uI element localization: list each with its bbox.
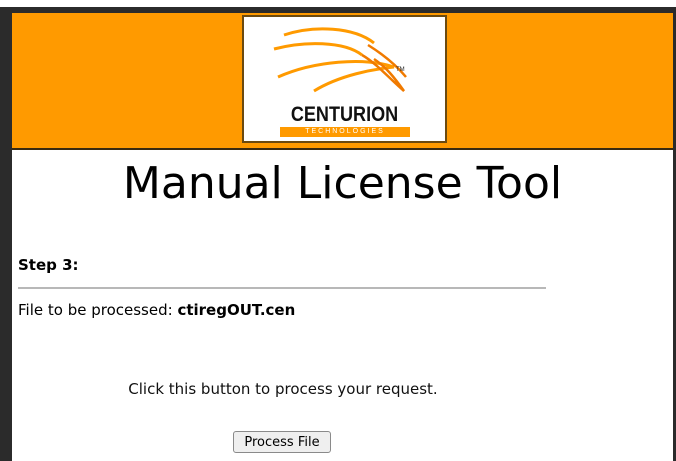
instruction-text: Click this button to process your reques… <box>128 380 438 398</box>
process-file-button[interactable]: Process File <box>233 431 331 453</box>
window-top-strip <box>0 0 676 7</box>
trademark-mark: TM <box>396 67 405 73</box>
logo-tagline: TECHNOLOGIES <box>280 127 410 137</box>
file-label: File to be processed: <box>18 301 178 319</box>
page-title: Manual License Tool <box>122 158 563 209</box>
company-logo: TM CENTURION TECHNOLOGIES <box>242 15 447 143</box>
step-label: Step 3: <box>18 256 79 274</box>
section-divider <box>18 287 546 289</box>
logo-wordmark: CENTURION <box>290 103 399 126</box>
file-name: ctiregOUT.cen <box>177 301 296 319</box>
window-frame-left <box>0 7 12 461</box>
header-divider <box>12 148 673 150</box>
file-info: File to be processed: ctiregOUT.cen <box>18 301 295 319</box>
